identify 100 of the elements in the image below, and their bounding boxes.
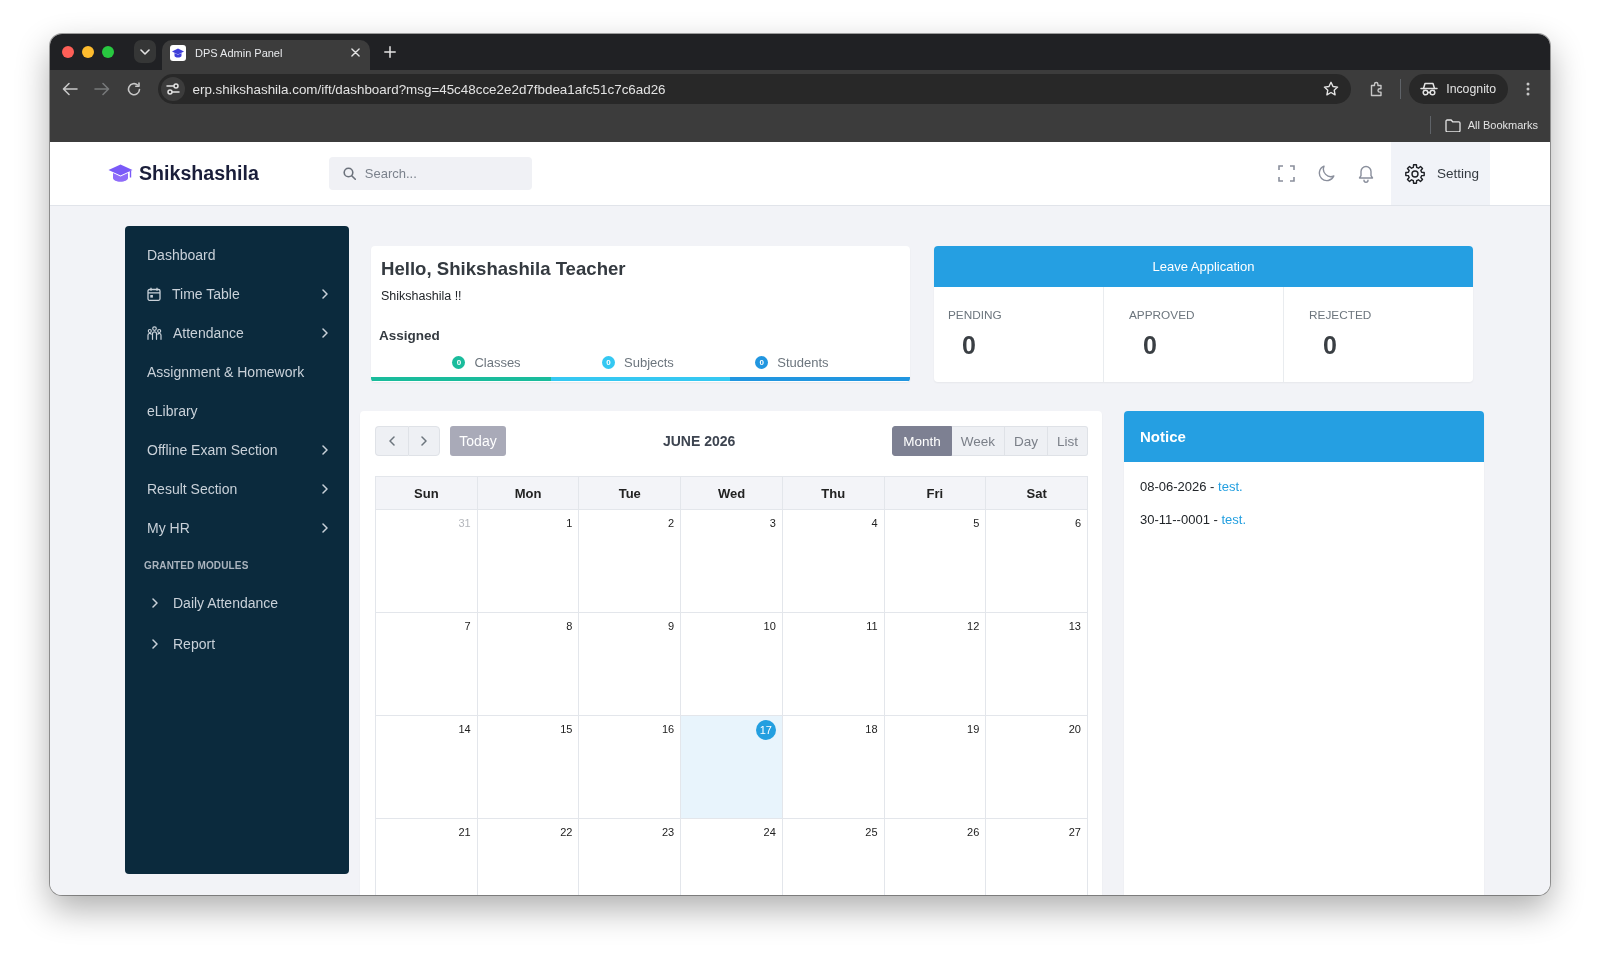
tab-list-button[interactable] xyxy=(134,40,156,63)
day-number: 6 xyxy=(1074,516,1081,530)
assigned-heading: Assigned xyxy=(379,327,440,345)
stat-value: 0 xyxy=(1323,331,1337,359)
day-number: 27 xyxy=(1068,825,1081,839)
view-tab[interactable]: Month xyxy=(892,426,952,456)
reload-icon xyxy=(126,82,141,96)
window-zoom-icon[interactable] xyxy=(102,46,114,58)
day-number: 1 xyxy=(566,516,573,530)
stat-label: APPROVED xyxy=(1129,308,1195,322)
assigned-label: Subjects xyxy=(624,354,674,370)
bell-icon[interactable] xyxy=(1358,164,1374,183)
menu-dots-icon xyxy=(1526,82,1531,96)
day-number: 11 xyxy=(866,619,878,633)
chevron-down-icon xyxy=(140,48,150,55)
sidebar-item[interactable]: Offline Exam Section xyxy=(144,430,330,469)
greeting-title: Hello, Shikshashila Teacher xyxy=(381,257,626,281)
day-number: 12 xyxy=(967,619,980,633)
stat-label: PENDING xyxy=(948,308,1002,322)
window-close-icon[interactable] xyxy=(62,46,74,58)
count-badge: 0 xyxy=(755,355,769,369)
day-number: 24 xyxy=(763,825,776,839)
greeting-subtitle: Shikshashila !! xyxy=(381,288,462,305)
day-number: 25 xyxy=(865,825,878,839)
assigned-label: Classes xyxy=(474,354,521,370)
weekday-header: Mon xyxy=(477,477,580,510)
sidebar-item[interactable]: Assignment & Homework xyxy=(144,352,330,391)
day-number: 10 xyxy=(763,619,776,633)
sidebar-item[interactable]: eLibrary xyxy=(144,391,330,430)
bookmarks-button[interactable]: All Bookmarks xyxy=(1444,118,1538,132)
address-bar[interactable]: erp.shikshashila.com/ift/dashboard?msg=45c48cce2e2d7fbdea1afc51c7c6ad26 xyxy=(158,74,1352,104)
day-number: 20 xyxy=(1068,722,1081,736)
search-field[interactable]: Search... xyxy=(328,157,532,190)
view-tab[interactable]: List xyxy=(1048,426,1088,456)
day-number: 9 xyxy=(668,619,675,633)
section-heading: GRANTED MODULES xyxy=(144,559,249,573)
count-badge: 0 xyxy=(452,355,466,369)
brand-name: Shikshashila xyxy=(139,162,259,185)
card-header: Leave Application xyxy=(934,246,1473,287)
people-icon xyxy=(147,325,162,340)
weekday-header: Wed xyxy=(681,477,783,510)
folder-icon xyxy=(1444,118,1461,132)
weekday-header: Sat xyxy=(986,477,1088,510)
close-icon[interactable] xyxy=(351,48,360,57)
settings-button[interactable]: Setting xyxy=(1391,142,1490,205)
search-icon xyxy=(342,167,356,180)
weekday-header: Fri xyxy=(884,477,987,510)
count-badge: 0 xyxy=(602,355,615,369)
graduation-cap-icon xyxy=(108,164,133,183)
hat-and-glasses-icon xyxy=(1420,82,1439,96)
day-number: 19 xyxy=(967,722,980,736)
view-tab[interactable]: Week xyxy=(951,426,1005,456)
day-number: 8 xyxy=(566,619,573,633)
weekday-header: Tue xyxy=(579,477,682,510)
sidebar-item[interactable]: Result Section xyxy=(144,469,330,508)
day-number: 18 xyxy=(865,722,878,736)
notice-item: 30-11--0001 - test. xyxy=(1140,511,1246,529)
sidebar-item[interactable]: Report xyxy=(144,623,330,664)
sidebar-item[interactable]: Dashboard xyxy=(144,235,330,274)
day-number: 16 xyxy=(661,722,675,736)
sidebar-item[interactable]: Daily Attendance xyxy=(144,582,330,623)
stat-label: REJECTED xyxy=(1309,308,1372,322)
day-number: 2 xyxy=(668,516,675,530)
view-tab[interactable]: Day xyxy=(1004,426,1048,456)
day-number: 22 xyxy=(560,825,573,839)
day-number: 7 xyxy=(464,619,471,633)
day-number: 14 xyxy=(458,722,471,736)
window-minimize-icon[interactable] xyxy=(82,46,94,58)
moon-icon[interactable] xyxy=(1318,165,1335,182)
day-number: 31 xyxy=(458,516,471,530)
chevron-right-icon xyxy=(420,436,427,446)
star-icon[interactable] xyxy=(1323,81,1340,97)
day-number: 21 xyxy=(458,825,471,839)
weekday-header: Sun xyxy=(376,477,478,510)
assigned-label: Students xyxy=(777,354,829,370)
sliders-icon[interactable] xyxy=(161,77,186,101)
day-number: 15 xyxy=(560,722,573,736)
profile-button[interactable]: Incognito xyxy=(1409,74,1509,104)
day-number: 17 xyxy=(755,720,776,740)
sidebar-item[interactable]: My HR xyxy=(144,508,330,547)
month-title: JUNE 2026 xyxy=(662,433,736,449)
gear-icon xyxy=(1405,163,1425,184)
weekday-header: Thu xyxy=(782,477,885,510)
card-header: Notice xyxy=(1124,411,1484,462)
plus-icon[interactable] xyxy=(384,46,396,58)
graduation-cap-icon xyxy=(170,44,186,61)
calendar-icon xyxy=(147,286,161,301)
stat-value: 0 xyxy=(962,331,976,359)
day-number: 3 xyxy=(769,516,776,530)
sidebar-item[interactable]: Attendance xyxy=(144,313,330,352)
day-number: 26 xyxy=(967,825,980,839)
back-icon xyxy=(61,82,78,96)
notice-item: 08-06-2026 - test. xyxy=(1140,478,1243,496)
stat-value: 0 xyxy=(1143,331,1157,359)
day-number: 4 xyxy=(871,516,878,530)
sidebar-item[interactable]: Time Table xyxy=(144,274,330,313)
day-number: 23 xyxy=(661,825,675,839)
day-number: 13 xyxy=(1068,619,1081,633)
day-number: 5 xyxy=(973,516,980,530)
browser-tab[interactable]: DPS Admin Panel xyxy=(162,40,370,70)
